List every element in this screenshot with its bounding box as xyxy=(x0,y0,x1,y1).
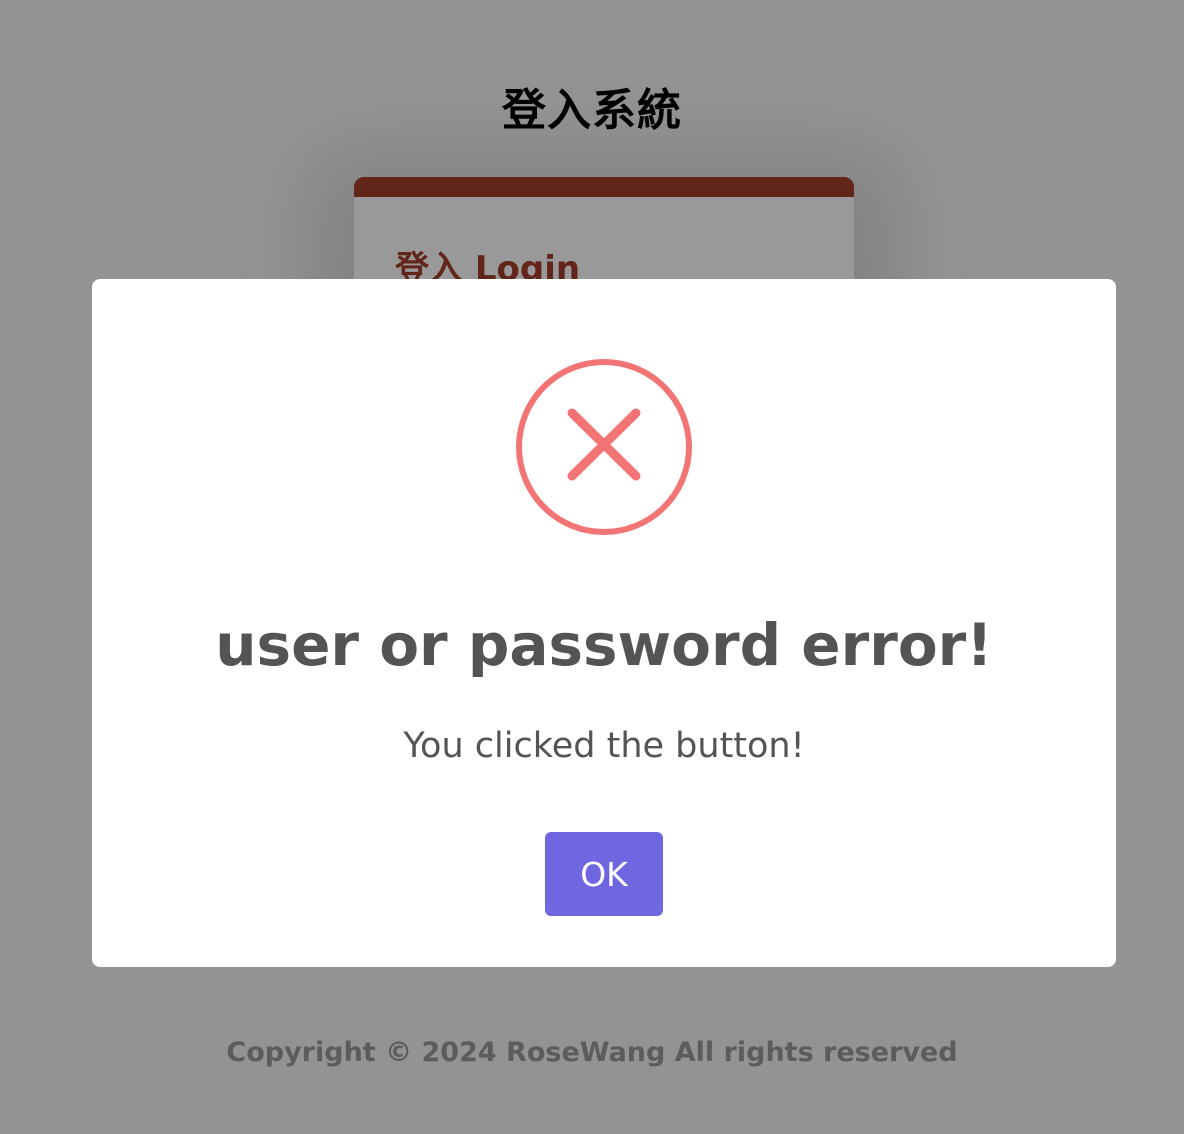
error-x-circle-icon xyxy=(516,359,692,535)
dialog-title: user or password error! xyxy=(215,611,993,679)
ok-button[interactable]: OK xyxy=(545,832,663,916)
error-dialog: user or password error! You clicked the … xyxy=(92,279,1116,967)
dialog-message: You clicked the button! xyxy=(403,726,805,766)
